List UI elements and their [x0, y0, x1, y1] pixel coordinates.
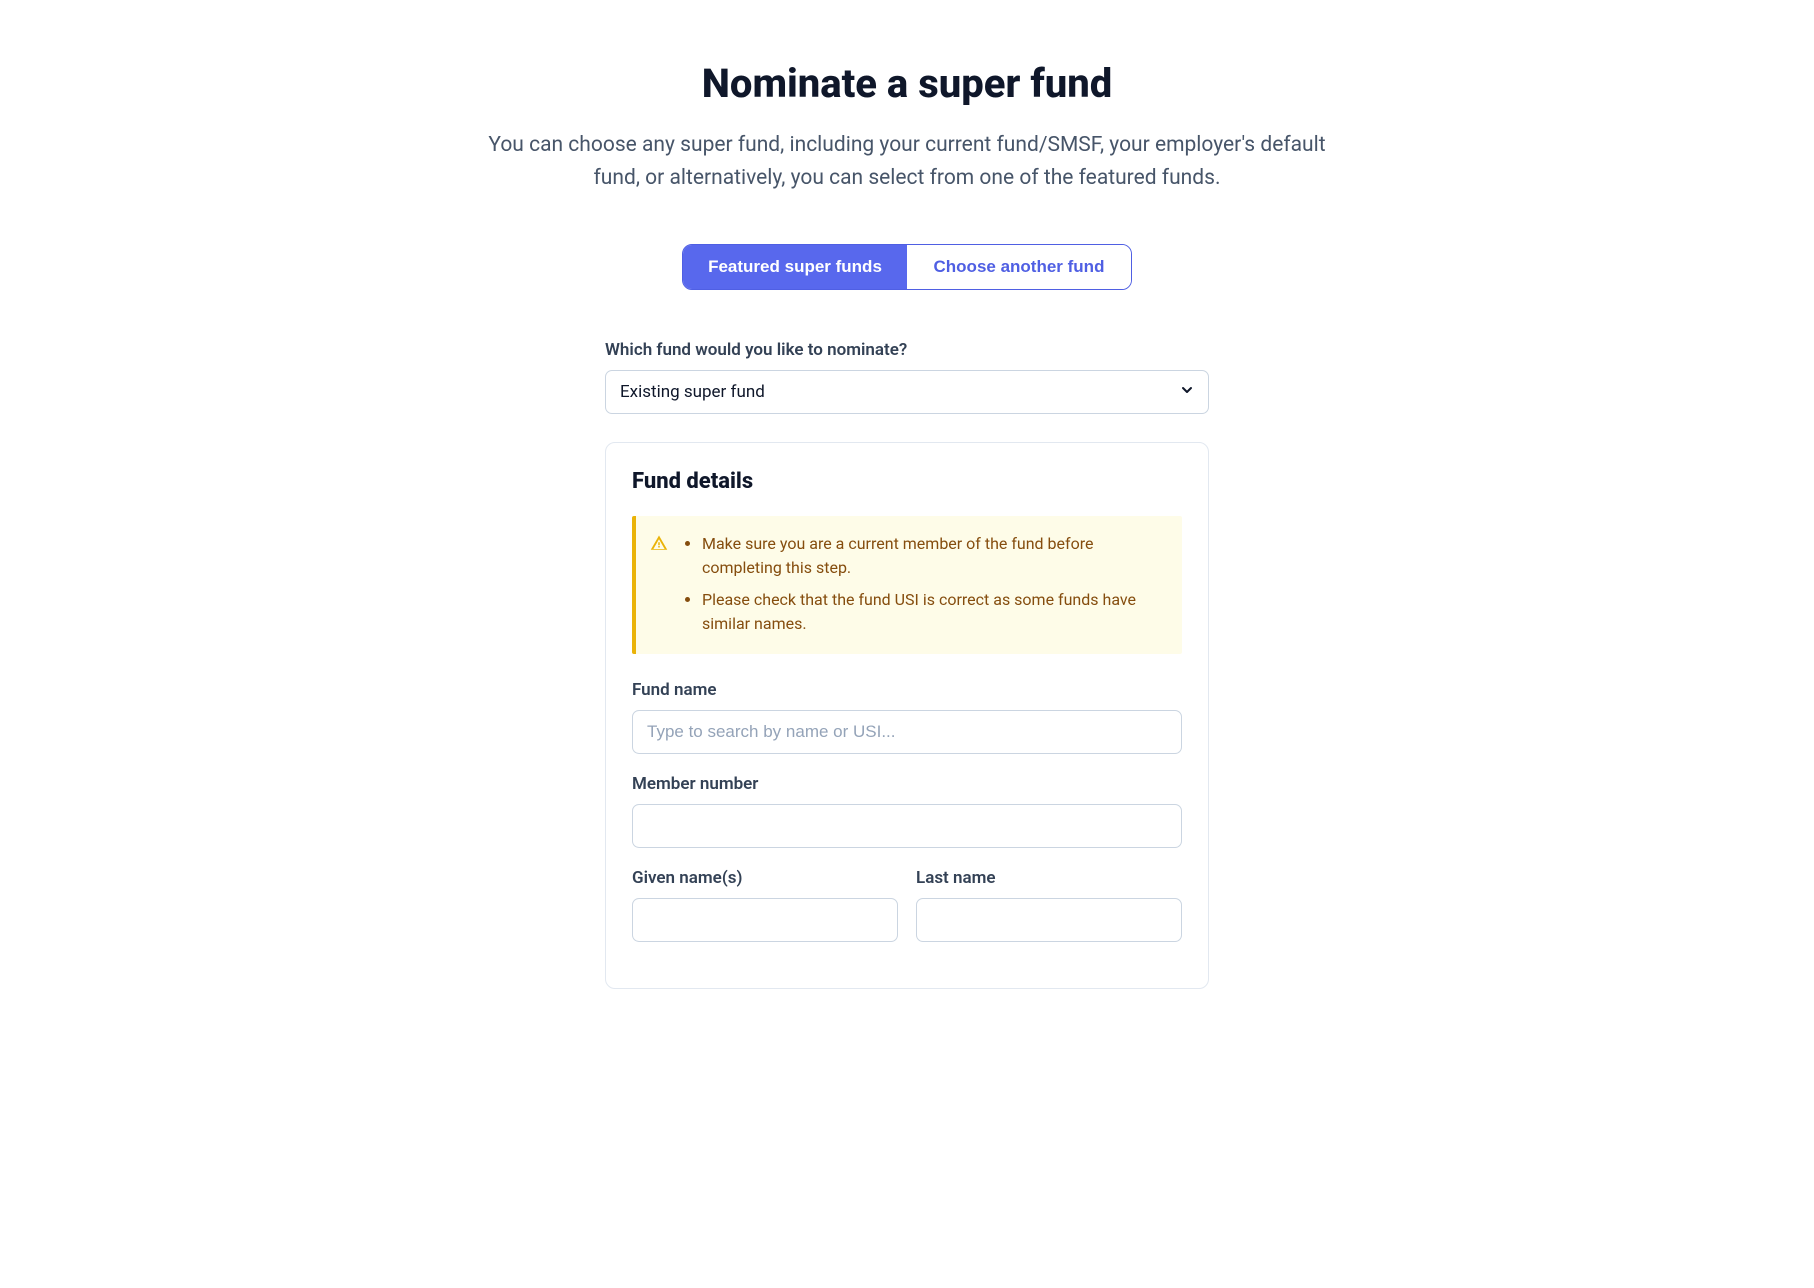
fund-name-label: Fund name	[632, 680, 1182, 700]
tab-group: Featured super funds Choose another fund	[682, 244, 1132, 290]
warning-list: Make sure you are a current member of th…	[682, 532, 1164, 636]
page-subtitle: You can choose any super fund, including…	[487, 129, 1327, 194]
tab-featured-super-funds[interactable]: Featured super funds	[683, 245, 907, 289]
fund-details-title: Fund details	[632, 469, 1182, 494]
warning-alert: Make sure you are a current member of th…	[632, 516, 1182, 654]
tab-choose-another-fund[interactable]: Choose another fund	[907, 245, 1131, 289]
warning-icon	[650, 534, 668, 636]
warning-item: Make sure you are a current member of th…	[702, 532, 1164, 580]
page-title: Nominate a super fund	[487, 60, 1327, 107]
nominate-label: Which fund would you like to nominate?	[605, 340, 1209, 360]
member-number-input[interactable]	[632, 804, 1182, 848]
given-names-label: Given name(s)	[632, 868, 898, 888]
fund-name-input[interactable]	[632, 710, 1182, 754]
nominate-fund-select[interactable]: Existing super fund	[605, 370, 1209, 414]
fund-details-card: Fund details Make sure you are a current…	[605, 442, 1209, 989]
last-name-label: Last name	[916, 868, 1182, 888]
warning-item: Please check that the fund USI is correc…	[702, 588, 1164, 636]
member-number-label: Member number	[632, 774, 1182, 794]
given-names-input[interactable]	[632, 898, 898, 942]
last-name-input[interactable]	[916, 898, 1182, 942]
